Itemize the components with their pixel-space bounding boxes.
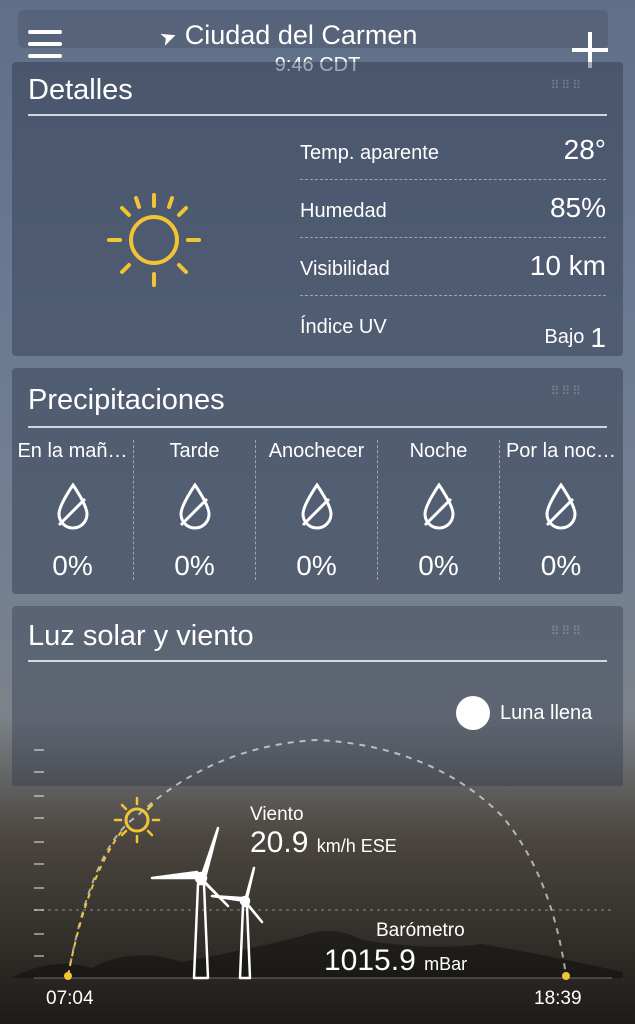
uv-number: 1 bbox=[590, 322, 606, 353]
precip-period: En la mañ… 0% bbox=[12, 440, 134, 581]
barometer-reading: 1015.9 bbox=[324, 944, 416, 977]
sun-path-graphic bbox=[12, 738, 623, 980]
precipitation-divider bbox=[28, 426, 607, 428]
detail-row-humidity: Humedad 85% bbox=[300, 180, 606, 238]
top-bar: ➤ Ciudad del Carmen 9:46 CDT bbox=[0, 0, 635, 76]
wind-label: Viento bbox=[250, 804, 304, 825]
precipitation-card: Precipitaciones ⠿⠿⠿ En la mañ… 0% Tarde … bbox=[12, 368, 623, 594]
detail-row-visibility: Visibilidad 10 km bbox=[300, 238, 606, 296]
detail-row-feels-like: Temp. aparente 28° bbox=[300, 122, 606, 180]
precip-period-label: Anochecer bbox=[268, 440, 365, 462]
detail-row-uv-index: Índice UV Bajo 1 bbox=[300, 296, 606, 354]
detail-label: Índice UV bbox=[300, 316, 387, 338]
uv-level: Bajo bbox=[544, 326, 585, 348]
uv-value: Bajo 1 bbox=[544, 318, 606, 353]
sun-position-icon bbox=[113, 796, 161, 844]
hills-silhouette bbox=[12, 930, 623, 978]
wind-speed: 20.9 bbox=[250, 826, 309, 859]
raindrop-icon bbox=[300, 482, 333, 530]
wind-value: 20.9 km/h ESE bbox=[250, 826, 397, 860]
card-handle-icon[interactable]: ⠿⠿⠿ bbox=[551, 78, 583, 92]
precip-period-label: En la mañ… bbox=[17, 440, 128, 462]
raindrop-icon bbox=[422, 482, 455, 530]
sun-wind-card: Luz solar y viento ⠿⠿⠿ Luna llena Viento… bbox=[12, 606, 623, 1024]
city-name: Ciudad del Carmen bbox=[184, 20, 418, 50]
sun-arc-elapsed bbox=[67, 827, 125, 977]
barometer-label: Barómetro bbox=[376, 920, 465, 941]
sunset-dot bbox=[562, 972, 570, 980]
details-card: Detalles ⠿⠿⠿ Temp. aparente 28° Humedad … bbox=[12, 62, 623, 356]
precip-period: Tarde 0% bbox=[134, 440, 256, 581]
raindrop-icon bbox=[178, 482, 211, 530]
detail-label: Humedad bbox=[300, 200, 387, 222]
city-title[interactable]: ➤ Ciudad del Carmen bbox=[157, 20, 460, 51]
raindrop-icon bbox=[56, 482, 89, 530]
precip-period: Por la noc… 0% bbox=[500, 440, 622, 581]
precip-percent: 0% bbox=[418, 550, 459, 581]
detail-label: Visibilidad bbox=[300, 258, 390, 280]
location-arrow-icon: ➤ bbox=[156, 24, 181, 52]
details-divider bbox=[28, 114, 607, 116]
precip-percent: 0% bbox=[52, 550, 93, 581]
detail-label: Temp. aparente bbox=[300, 142, 439, 164]
precip-period: Noche 0% bbox=[378, 440, 500, 581]
detail-value: 85% bbox=[549, 192, 606, 223]
precip-period-label: Noche bbox=[409, 440, 468, 462]
tick-scale bbox=[34, 749, 44, 957]
barometer-value: 1015.9 mBar bbox=[324, 944, 467, 978]
barometer-unit: mBar bbox=[424, 954, 468, 974]
sunset-time: 18:39 bbox=[534, 988, 582, 1009]
precip-period: Anochecer 0% bbox=[256, 440, 378, 581]
sunrise-dot bbox=[64, 972, 72, 980]
details-title: Detalles bbox=[28, 74, 133, 106]
detail-value: 10 km bbox=[529, 250, 606, 281]
precip-period-label: Por la noc… bbox=[505, 440, 617, 462]
sun-icon bbox=[107, 193, 201, 287]
card-handle-icon[interactable]: ⠿⠿⠿ bbox=[551, 384, 583, 398]
sunrise-time: 07:04 bbox=[46, 988, 94, 1009]
precipitation-title: Precipitaciones bbox=[28, 384, 225, 416]
precip-period-label: Tarde bbox=[169, 440, 220, 462]
precip-percent: 0% bbox=[540, 550, 582, 581]
raindrop-icon bbox=[545, 482, 577, 530]
precip-percent: 0% bbox=[296, 550, 337, 581]
precip-percent: 0% bbox=[174, 550, 215, 581]
wind-unit: km/h ESE bbox=[316, 836, 397, 856]
detail-value: 28° bbox=[563, 134, 606, 165]
